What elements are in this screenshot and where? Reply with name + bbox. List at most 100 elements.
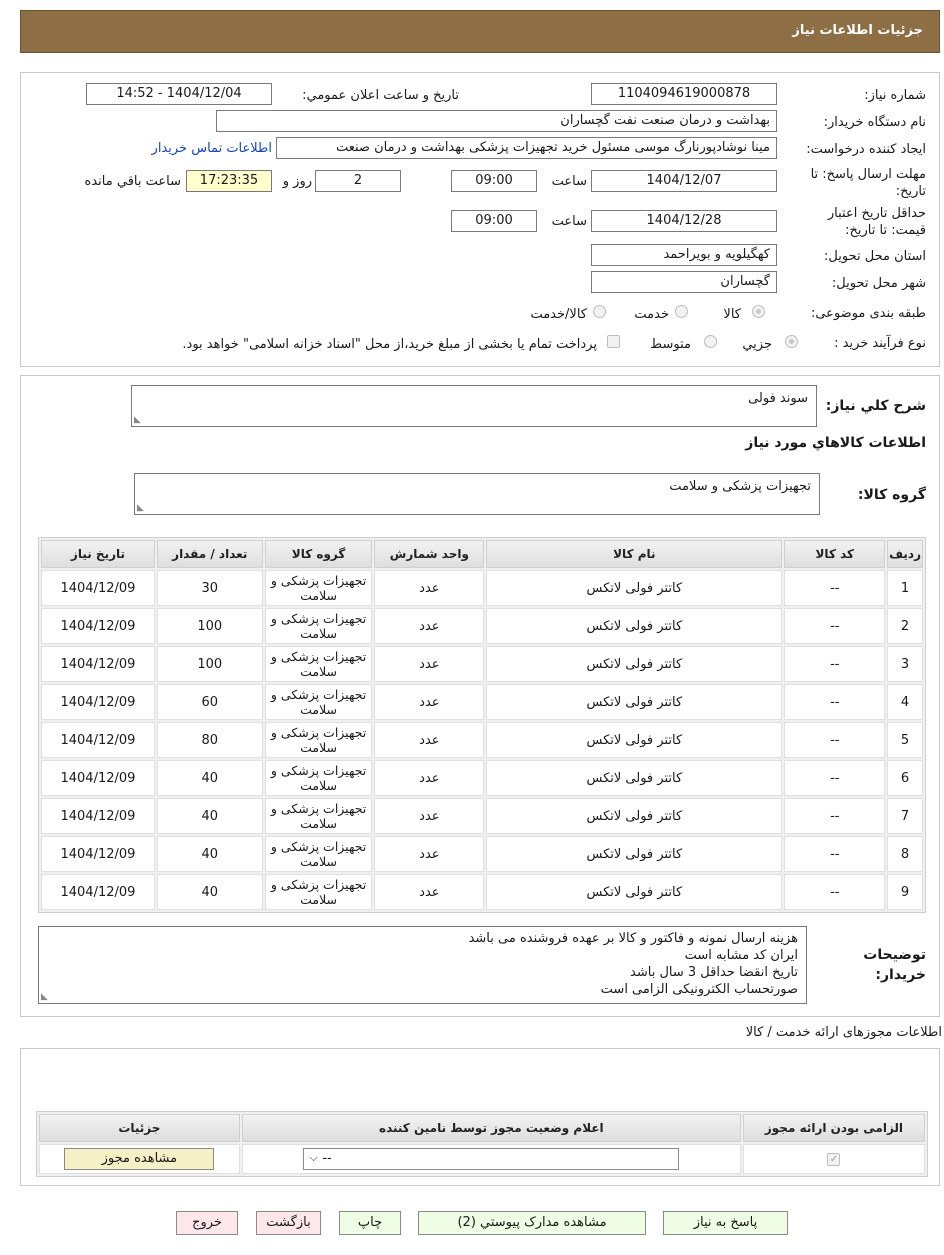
row-number-cell: 7 [887, 798, 923, 834]
buyer-note-line: هزینه ارسال نمونه و فاکتور و کالا بر عهد… [468, 931, 798, 946]
quantity-cell: 40 [156, 836, 263, 872]
category-radio-goods[interactable] [752, 305, 765, 318]
permit-required-cell: ✓ [742, 1144, 925, 1174]
creator-field: مینا نوشادپورنارگ موسی مسئول خرید تجهیزا… [276, 137, 777, 159]
col-permit-status: اعلام وضعیت مجوز توسط نامین کننده [241, 1114, 741, 1142]
col-code: کد کالا [784, 540, 886, 568]
buyer-org-label: نام دستگاه خريدار: [823, 115, 926, 130]
buyer-notes-field[interactable]: هزینه ارسال نمونه و فاکتور و کالا بر عهد… [38, 926, 807, 1004]
goods-group-value: تجهیزات پزشکی و سلامت [669, 479, 811, 494]
description-label: شرح کلي نياز: [825, 398, 926, 414]
table-row: 5 -- کاتتر فولی لاتکس عدد تجهیزات پزشکی و سل… [41, 722, 923, 758]
permit-status-select[interactable]: -- ⌵ [303, 1148, 680, 1170]
row-number-cell: 6 [887, 760, 923, 796]
row-number-cell: 2 [887, 608, 923, 644]
col-permit-required: الزامی بودن ارائه مجوز [742, 1114, 925, 1142]
need-date-cell: 1404/12/09 [41, 836, 155, 872]
category-radio-goods-service[interactable] [593, 305, 606, 318]
item-name-cell: کاتتر فولی لاتکس [486, 608, 783, 644]
item-name-cell: کاتتر فولی لاتکس [486, 760, 783, 796]
need-date-cell: 1404/12/09 [41, 570, 155, 606]
item-name-cell: کاتتر فولی لاتکس [486, 798, 783, 834]
goods-group-field[interactable]: تجهیزات پزشکی و سلامت ◢ [134, 473, 820, 515]
row-number-cell: 1 [887, 570, 923, 606]
buyer-notes-label: توضيحات خريدار: [863, 945, 926, 985]
group-cell: تجهیزات پزشکی و سلامت [264, 760, 373, 796]
item-name-cell: کاتتر فولی لاتکس [486, 646, 783, 682]
item-code-cell: -- [784, 836, 886, 872]
row-number-cell: 9 [887, 874, 923, 910]
quantity-cell: 40 [156, 798, 263, 834]
deadline-date-field: 1404/12/07 [591, 170, 777, 192]
remaining-time-field: 17:23:35 [186, 170, 272, 192]
validity-time-label: ساعت [551, 214, 587, 229]
need-date-cell: 1404/12/09 [41, 722, 155, 758]
group-cell: تجهیزات پزشکی و سلامت [264, 608, 373, 644]
deadline-label-line1: مهلت ارسال پاسخ: تا [810, 167, 926, 182]
buyer-contact-link[interactable]: اطلاعات تماس خريدار [152, 141, 272, 156]
resize-grip-icon: ◢ [41, 992, 48, 1002]
deadline-label-line2: تاریخ: [895, 184, 926, 199]
need-date-cell: 1404/12/09 [41, 646, 155, 682]
item-code-cell: -- [784, 798, 886, 834]
category-radio-service[interactable] [675, 305, 688, 318]
col-row: رديف [887, 540, 923, 568]
buyer-notes-label-line1: توضيحات [863, 947, 926, 963]
table-row: 3 -- کاتتر فولی لاتکس عدد تجهیزات پزشکی و سل… [41, 646, 923, 682]
item-name-cell: کاتتر فولی لاتکس [486, 570, 783, 606]
item-name-cell: کاتتر فولی لاتکس [486, 874, 783, 910]
deadline-time-field: 09:00 [451, 170, 537, 192]
view-attachments-button[interactable]: مشاهده مدارک پيوستي (2) [418, 1211, 646, 1235]
quantity-cell: 100 [156, 646, 263, 682]
treasury-payment-checkbox[interactable] [607, 335, 620, 348]
table-row: 6 -- کاتتر فولی لاتکس عدد تجهیزات پزشکی و سل… [41, 760, 923, 796]
exit-button[interactable]: خروج [176, 1211, 238, 1235]
group-cell: تجهیزات پزشکی و سلامت [264, 836, 373, 872]
reply-button[interactable]: پاسخ به نياز [663, 1211, 788, 1235]
permits-table-header: الزامی بودن ارائه مجوز اعلام وضعیت مجوز … [39, 1114, 925, 1142]
validity-date-field: 1404/12/28 [591, 210, 777, 232]
province-field: کهگیلویه و بویراحمد [591, 244, 777, 266]
category-option-service: خدمت [634, 307, 669, 322]
treasury-payment-note: پرداخت تمام یا بخشی از مبلغ خرید،از محل … [182, 337, 597, 352]
need-date-cell: 1404/12/09 [41, 684, 155, 720]
unit-cell: عدد [374, 608, 485, 644]
need-date-cell: 1404/12/09 [41, 798, 155, 834]
permits-table: الزامی بودن ارائه مجوز اعلام وضعیت مجوز … [36, 1111, 928, 1177]
table-row: ✓ -- ⌵ مشاهده مجوز [39, 1144, 925, 1174]
item-name-cell: کاتتر فولی لاتکس [486, 836, 783, 872]
quantity-cell: 40 [156, 874, 263, 910]
print-button[interactable]: چاپ [339, 1211, 401, 1235]
back-button[interactable]: بازگشت [256, 1211, 321, 1235]
table-row: 9 -- کاتتر فولی لاتکس عدد تجهیزات پزشکی و سل… [41, 874, 923, 910]
resize-grip-icon: ◢ [134, 415, 141, 425]
quantity-cell: 30 [156, 570, 263, 606]
col-qty: تعداد / مقدار [156, 540, 263, 568]
row-number-cell: 8 [887, 836, 923, 872]
process-radio-minor[interactable] [785, 335, 798, 348]
unit-cell: عدد [374, 798, 485, 834]
process-radio-medium[interactable] [704, 335, 717, 348]
unit-cell: عدد [374, 570, 485, 606]
col-date: تاريخ نياز [41, 540, 155, 568]
table-row: 8 -- کاتتر فولی لاتکس عدد تجهیزات پزشکی و سل… [41, 836, 923, 872]
item-code-cell: -- [784, 760, 886, 796]
item-name-cell: کاتتر فولی لاتکس [486, 722, 783, 758]
group-cell: تجهیزات پزشکی و سلامت [264, 798, 373, 834]
announce-label: تاریخ و ساعت اعلان عمومي: [302, 88, 459, 103]
col-permit-details: جزئیات [39, 1114, 240, 1142]
items-table: رديف کد کالا نام کالا واحد شمارش گروه کا… [38, 537, 926, 913]
buyer-note-line: ایران کد مشابه است [684, 948, 798, 963]
deadline-label: مهلت ارسال پاسخ: تا تاریخ: [811, 166, 926, 200]
view-permit-button[interactable]: مشاهده مجوز [64, 1148, 215, 1170]
col-name: نام کالا [486, 540, 783, 568]
process-label: نوع فرآيند خريد : [834, 336, 926, 351]
group-cell: تجهیزات پزشکی و سلامت [264, 874, 373, 910]
group-cell: تجهیزات پزشکی و سلامت [264, 684, 373, 720]
validity-label: حداقل تاريخ اعتبار قيمت: تا تاريخ: [828, 205, 926, 239]
description-field[interactable]: سوند فولی ◢ [131, 385, 817, 427]
items-table-header: رديف کد کالا نام کالا واحد شمارش گروه کا… [41, 540, 923, 568]
quantity-cell: 60 [156, 684, 263, 720]
col-group: گروه کالا [264, 540, 373, 568]
validity-label-line1: حداقل تاريخ اعتبار [827, 206, 926, 221]
